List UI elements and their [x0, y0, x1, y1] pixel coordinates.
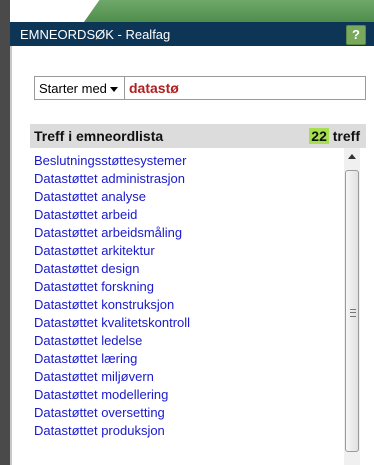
list-item[interactable]: Datastøttet læring	[34, 350, 366, 368]
list-item[interactable]: Datastøttet analyse	[34, 188, 366, 206]
match-mode-value: Starter med	[39, 80, 107, 96]
list-item[interactable]: Datastøttet oversetting	[34, 404, 366, 422]
grip-icon	[350, 309, 356, 317]
banner-shape	[84, 0, 374, 22]
results-list: Beslutningsstøttesystemer Datastøttet ad…	[30, 148, 366, 440]
help-icon[interactable]: ?	[346, 25, 366, 45]
list-item[interactable]: Datastøttet arkitektur	[34, 242, 366, 260]
results-count: 22 treff	[309, 128, 360, 144]
chevron-down-icon	[110, 87, 118, 92]
search-input[interactable]	[124, 76, 366, 100]
list-item[interactable]: Datastøttet konstruksjon	[34, 296, 366, 314]
results-panel: Treff i emneordlista 22 treff Beslutning…	[30, 124, 366, 465]
panel-header: EMNEORDSØK - Realfag ?	[10, 22, 374, 46]
top-banner	[10, 0, 374, 22]
scroll-thumb[interactable]	[345, 170, 359, 452]
results-list-container: Beslutningsstøttesystemer Datastøttet ad…	[30, 148, 366, 465]
count-badge: 22	[309, 128, 329, 144]
match-mode-select[interactable]: Starter med	[34, 76, 124, 100]
list-item[interactable]: Datastøttet ledelse	[34, 332, 366, 350]
list-item[interactable]: Datastøttet arbeidsmåling	[34, 224, 366, 242]
count-suffix: treff	[332, 128, 360, 144]
list-item[interactable]: Datastøttet administrasjon	[34, 170, 366, 188]
list-item[interactable]: Datastøttet miljøvern	[34, 368, 366, 386]
list-item[interactable]: Datastøttet design	[34, 260, 366, 278]
panel-divider	[10, 46, 12, 465]
results-header: Treff i emneordlista 22 treff	[30, 124, 366, 148]
list-item[interactable]: Datastøttet kvalitetskontroll	[34, 314, 366, 332]
arrow-up-icon[interactable]	[348, 154, 356, 159]
list-item[interactable]: Beslutningsstøttesystemer	[34, 152, 366, 170]
list-item[interactable]: Datastøttet modellering	[34, 386, 366, 404]
search-bar: Starter med	[34, 76, 366, 100]
window-border	[0, 0, 10, 465]
list-item[interactable]: Datastøttet produksjon	[34, 422, 366, 440]
list-item[interactable]: Datastøttet arbeid	[34, 206, 366, 224]
panel-title: EMNEORDSØK - Realfag	[20, 26, 171, 42]
results-scrollbar[interactable]	[344, 148, 360, 465]
list-item[interactable]: Datastøttet forskning	[34, 278, 366, 296]
results-heading: Treff i emneordlista	[34, 128, 164, 144]
